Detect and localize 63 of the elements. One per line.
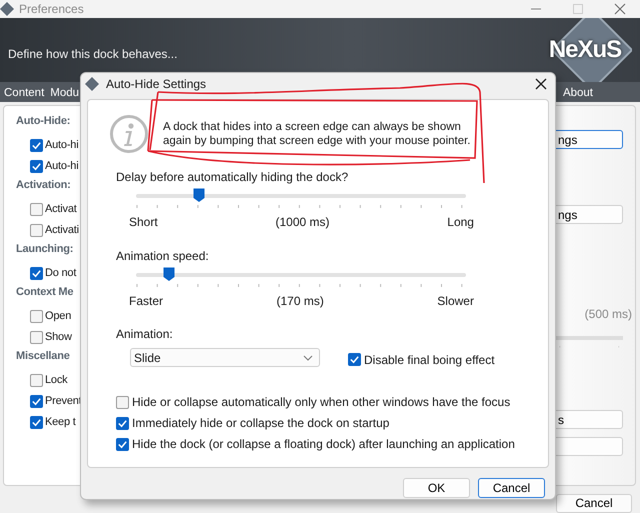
animation-dropdown[interactable]: Slide — [130, 348, 320, 367]
checkbox-label: Auto-hi — [45, 160, 78, 172]
checkbox[interactable] — [30, 394, 43, 408]
checkbox-label: Open — [45, 310, 72, 322]
tab[interactable]: Modu — [47, 84, 82, 102]
slider-track[interactable] — [136, 267, 466, 282]
slider-reading: (1000 ms) — [275, 215, 330, 229]
checkbox[interactable] — [116, 416, 129, 430]
group-heading: Miscellane — [16, 350, 71, 364]
checkbox[interactable] — [30, 202, 43, 216]
checkbox[interactable] — [30, 330, 43, 344]
slider-thumb[interactable] — [163, 267, 175, 282]
checkbox-label: Hide or collapse automatically only when other windows have the focus — [132, 395, 510, 409]
slider-min-label: Short — [129, 215, 158, 229]
slider-max-label: Slower — [437, 294, 474, 308]
chevron-down-icon[interactable] — [303, 354, 313, 360]
dialog-button[interactable]: OK — [403, 478, 470, 498]
close-icon[interactable] — [535, 78, 547, 90]
app-icon — [0, 2, 14, 16]
checkbox[interactable] — [348, 353, 361, 366]
info-icon — [110, 115, 148, 153]
checkbox-label: Show — [45, 331, 72, 344]
checkbox-label: Immediately hide or collapse the dock on startup — [132, 416, 390, 430]
slider-thumb[interactable] — [192, 188, 205, 203]
group-heading: Activation: — [16, 179, 72, 194]
group-heading: Auto-Hide: — [16, 115, 72, 130]
slider-label: Delay before automatically hiding the dock? — [116, 170, 350, 184]
checkbox[interactable] — [30, 374, 43, 387]
checkbox[interactable] — [30, 138, 43, 152]
slider-label: Animation speed: — [116, 249, 210, 263]
group-heading: Launching: — [16, 243, 74, 258]
checkbox-label: Lock — [45, 374, 68, 386]
slider-reading: (170 ms) — [276, 294, 324, 308]
checkbox[interactable] — [116, 438, 129, 450]
checkbox[interactable] — [116, 396, 129, 408]
tab[interactable]: Content — [0, 84, 48, 102]
tab[interactable]: About — [560, 84, 596, 102]
dialog-title: Auto-Hide Settings — [106, 77, 206, 91]
logo-text: NeXuS — [548, 36, 622, 64]
info-text: A dock that hides into a screen edge can always be shown again by bumping that screen edge with your mouse pointer. — [163, 120, 472, 148]
checkbox-label: Disable final boing effect — [364, 352, 495, 366]
dialog-button[interactable]: Cancel — [478, 478, 545, 498]
window-title: Preferences — [19, 2, 84, 16]
animation-label: Animation: — [116, 327, 174, 341]
checkbox[interactable] — [30, 224, 43, 237]
checkbox[interactable] — [30, 266, 43, 280]
checkbox[interactable] — [30, 310, 43, 323]
group-heading: Context Me — [16, 286, 74, 300]
slider-max-label: Long — [447, 215, 474, 229]
slider-reading: (500 ms) — [584, 307, 632, 322]
header-subtitle: Define how this dock behaves... — [8, 47, 178, 62]
slider-min-label: Faster — [129, 294, 164, 308]
checkbox-label: Activati — [45, 224, 79, 236]
checkbox[interactable] — [30, 160, 43, 173]
app-icon — [85, 77, 99, 91]
checkbox-label: Activat — [45, 203, 77, 216]
checkbox[interactable] — [30, 416, 43, 429]
checkbox-label: Hide the dock (or collapse a floating dock) after launching an application — [132, 437, 515, 451]
checkbox-label: Keep t — [45, 416, 76, 428]
checkbox-label: Do not — [45, 267, 76, 280]
checkbox-label: Auto-hi — [45, 139, 78, 152]
cancel-button[interactable]: Cancel — [556, 494, 632, 513]
slider-track[interactable] — [136, 188, 466, 203]
